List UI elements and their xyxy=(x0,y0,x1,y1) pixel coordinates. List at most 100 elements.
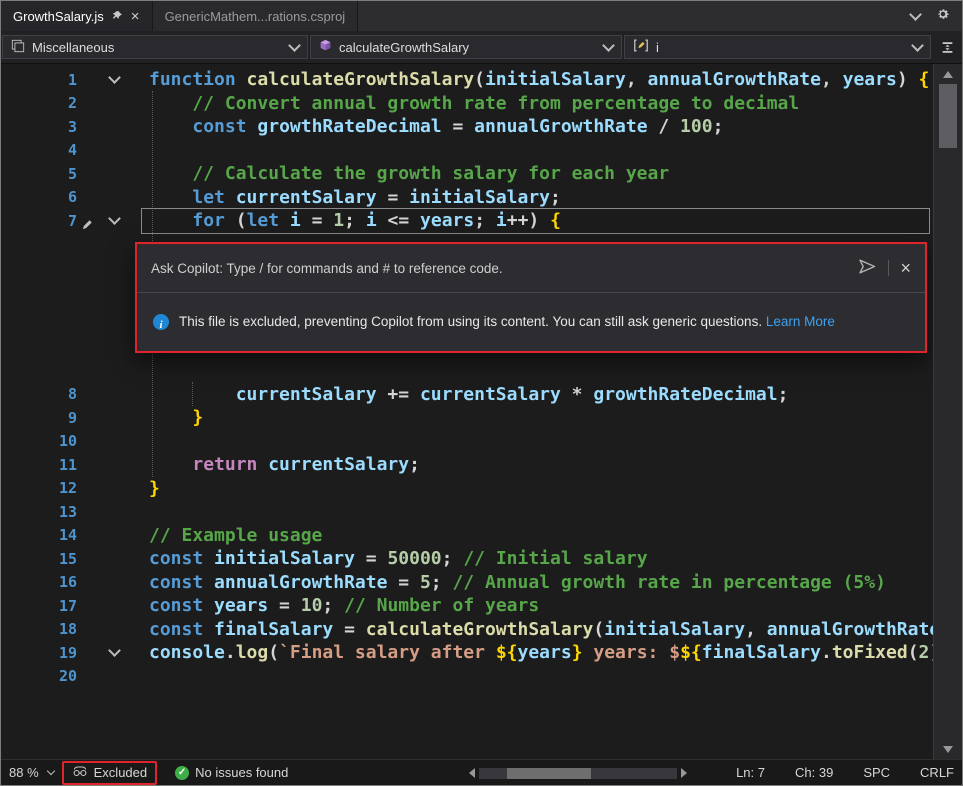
fold-gutter[interactable] xyxy=(79,77,149,82)
code-text[interactable]: const annualGrowthRate = 5; // Annual gr… xyxy=(149,572,886,593)
close-icon[interactable]: × xyxy=(131,9,140,24)
line-number[interactable]: 15 xyxy=(1,550,79,568)
code-editor[interactable]: 1 function calculateGrowthSalary(initialS… xyxy=(1,64,933,759)
code-line-16[interactable]: 16 const annualGrowthRate = 5; // Annual … xyxy=(1,571,933,595)
scroll-down-arrow[interactable] xyxy=(934,741,962,757)
line-number[interactable]: 10 xyxy=(1,432,79,450)
code-line-5[interactable]: 5 // Calculate the growth salary for eac… xyxy=(1,162,933,186)
close-icon[interactable]: × xyxy=(900,259,911,277)
code-line-1[interactable]: 1 function calculateGrowthSalary(initialS… xyxy=(1,68,933,92)
fold-chevron-icon[interactable] xyxy=(108,644,121,657)
split-editor-handle[interactable] xyxy=(932,41,962,54)
line-number[interactable]: 7 xyxy=(1,212,79,230)
fold-chevron-icon[interactable] xyxy=(108,71,121,84)
eol-indicator[interactable]: CRLF xyxy=(920,765,954,780)
code-line-4[interactable]: 4 xyxy=(1,139,933,163)
code-line-11[interactable]: 11 return currentSalary; xyxy=(1,453,933,477)
project-dropdown[interactable]: Miscellaneous xyxy=(2,35,308,59)
code-line-12[interactable]: 12} xyxy=(1,477,933,501)
code-line-10[interactable]: 10 xyxy=(1,430,933,454)
scroll-up-arrow[interactable] xyxy=(934,66,962,82)
code-line-14[interactable]: 14 // Example usage xyxy=(1,524,933,548)
code-line-3[interactable]: 3 const growthRateDecimal = annualGrowth… xyxy=(1,115,933,139)
send-icon[interactable] xyxy=(858,258,877,278)
code-text[interactable]: const years = 10; // Number of years xyxy=(149,595,539,616)
code-text[interactable]: let currentSalary = initialSalary; xyxy=(149,187,561,208)
copilot-prompt-row[interactable]: Ask Copilot: Type / for commands and # t… xyxy=(137,244,925,292)
code-text[interactable]: for (let i = 1; i <= years; i++) { xyxy=(149,210,561,231)
line-number[interactable]: 5 xyxy=(1,165,79,183)
line-number[interactable]: 19 xyxy=(1,644,79,662)
code-line-2[interactable]: 2 // Convert annual growth rate from per… xyxy=(1,92,933,116)
zoom-level: 88 % xyxy=(9,765,39,780)
code-text[interactable]: // Example usage xyxy=(149,525,322,546)
column-indicator[interactable]: Ch: 39 xyxy=(795,765,833,780)
code-text[interactable]: // Convert annual growth rate from perce… xyxy=(149,93,799,114)
code-text[interactable]: // Calculate the growth salary for each … xyxy=(149,163,669,184)
chevron-down-icon[interactable] xyxy=(909,8,922,21)
vertical-scrollbar[interactable] xyxy=(933,64,962,759)
copilot-excluded-badge[interactable]: Excluded xyxy=(62,761,157,785)
code-line-20[interactable]: 20 xyxy=(1,665,933,689)
line-number[interactable]: 8 xyxy=(1,385,79,403)
code-text[interactable]: const finalSalary = calculateGrowthSalar… xyxy=(149,619,933,640)
line-number[interactable]: 4 xyxy=(1,141,79,159)
code-text[interactable]: const growthRateDecimal = annualGrowthRa… xyxy=(149,116,723,137)
line-number[interactable]: 14 xyxy=(1,526,79,544)
scroll-left-arrow[interactable] xyxy=(469,768,475,778)
code-text[interactable]: return currentSalary; xyxy=(149,454,420,475)
code-text[interactable]: console.log(`Final salary after ${years}… xyxy=(149,642,933,663)
tab-csproj[interactable]: GenericMathem...rations.csproj xyxy=(153,1,359,31)
code-lines: 1 function calculateGrowthSalary(initialS… xyxy=(1,68,933,688)
horizontal-scrollbar-track[interactable] xyxy=(479,768,677,779)
zoom-selector[interactable]: 88 % xyxy=(9,765,54,780)
line-number[interactable]: 11 xyxy=(1,456,79,474)
scroll-right-arrow[interactable] xyxy=(681,768,687,778)
line-number[interactable]: 20 xyxy=(1,667,79,685)
document-tab-bar: GrowthSalary.js × GenericMathem...ration… xyxy=(1,1,962,31)
line-number[interactable]: 17 xyxy=(1,597,79,615)
vertical-scrollbar-thumb[interactable] xyxy=(939,84,957,148)
line-number[interactable]: 3 xyxy=(1,118,79,136)
code-line-15[interactable]: 15 const initialSalary = 50000; // Initia… xyxy=(1,547,933,571)
chevron-down-icon xyxy=(288,39,301,52)
line-number[interactable]: 1 xyxy=(1,71,79,89)
line-number[interactable]: 13 xyxy=(1,503,79,521)
vs-editor-window: GrowthSalary.js × GenericMathem...ration… xyxy=(0,0,963,786)
horizontal-scrollbar[interactable] xyxy=(469,767,687,779)
member-search-box[interactable]: i xyxy=(624,35,931,59)
code-line-19[interactable]: 19 console.log(`Final salary after ${year… xyxy=(1,641,933,665)
fold-gutter[interactable] xyxy=(79,650,149,655)
code-line-18[interactable]: 18 const finalSalary = calculateGrowthSal… xyxy=(1,618,933,642)
indentation-indicator[interactable]: SPC xyxy=(863,765,890,780)
code-line-13[interactable]: 13 xyxy=(1,500,933,524)
line-number[interactable]: 2 xyxy=(1,94,79,112)
line-indicator[interactable]: Ln: 7 xyxy=(736,765,765,780)
line-number[interactable]: 9 xyxy=(1,409,79,427)
code-line-6[interactable]: 6 let currentSalary = initialSalary; xyxy=(1,186,933,210)
line-number[interactable]: 18 xyxy=(1,620,79,638)
line-number[interactable]: 12 xyxy=(1,479,79,497)
chevron-down-icon xyxy=(911,39,924,52)
copilot-icon xyxy=(72,765,88,781)
horizontal-scrollbar-thumb[interactable] xyxy=(507,768,591,779)
learn-more-link[interactable]: Learn More xyxy=(766,314,835,329)
member-dropdown[interactable]: calculateGrowthSalary xyxy=(310,35,622,59)
issues-status[interactable]: ✓ No issues found xyxy=(175,765,288,780)
code-line-17[interactable]: 17 const years = 10; // Number of years xyxy=(1,594,933,618)
pin-icon[interactable] xyxy=(112,9,123,24)
code-text[interactable]: } xyxy=(149,407,203,428)
code-line-7[interactable]: 7 for (let i = 1; i <= years; i++) { xyxy=(1,209,933,233)
line-number[interactable]: 16 xyxy=(1,573,79,591)
code-text[interactable]: } xyxy=(149,478,160,499)
member-label: calculateGrowthSalary xyxy=(339,40,469,55)
fold-chevron-icon[interactable] xyxy=(108,212,121,225)
code-text[interactable]: function calculateGrowthSalary(initialSa… xyxy=(149,69,929,90)
gear-icon[interactable] xyxy=(936,7,950,26)
code-line-9[interactable]: 9 } xyxy=(1,406,933,430)
code-text[interactable]: currentSalary += currentSalary * growthR… xyxy=(149,384,788,405)
line-number[interactable]: 6 xyxy=(1,188,79,206)
tab-growthsalary[interactable]: GrowthSalary.js × xyxy=(1,1,153,31)
code-text[interactable]: const initialSalary = 50000; // Initial … xyxy=(149,548,648,569)
code-line-8[interactable]: 8 currentSalary += currentSalary * growt… xyxy=(1,383,933,407)
